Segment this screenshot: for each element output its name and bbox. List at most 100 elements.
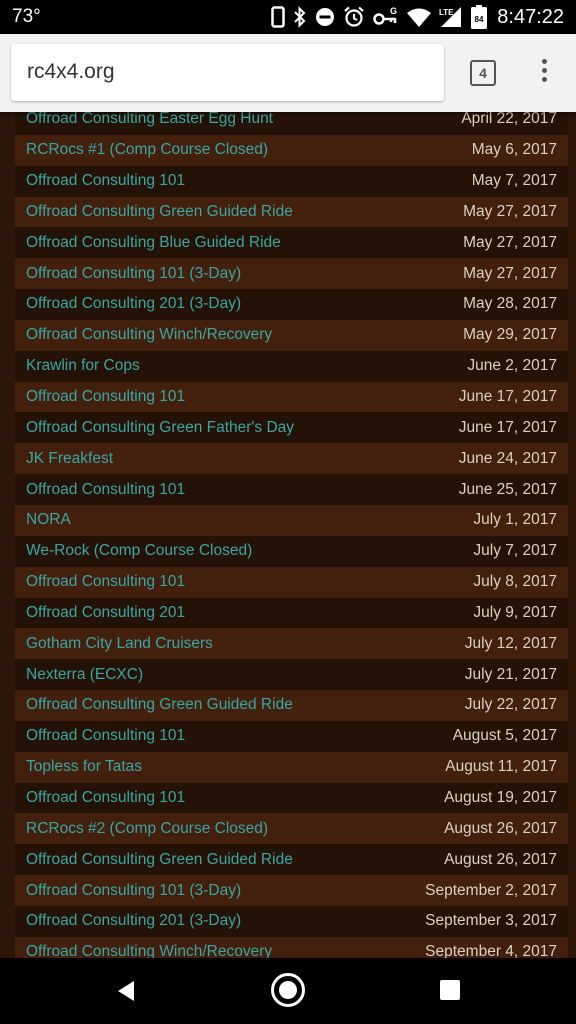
event-date: May 7, 2017 <box>471 172 557 190</box>
event-date: September 4, 2017 <box>425 943 557 958</box>
event-date: June 2, 2017 <box>467 357 557 375</box>
url-text[interactable]: rc4x4.org <box>27 60 115 84</box>
table-row: Nexterra (ECXC) July 21, 2017 <box>15 659 568 691</box>
table-row: RCRocs #1 (Comp Course Closed) May 6, 201… <box>15 134 568 166</box>
event-link[interactable]: Offroad Consulting Green Guided Ride <box>26 851 293 869</box>
event-date: May 29, 2017 <box>463 326 557 344</box>
event-link[interactable]: Nexterra (ECXC) <box>26 666 143 684</box>
web-page-content: Offroad Consulting Easter Egg Hunt April … <box>0 112 576 958</box>
event-link[interactable]: Offroad Consulting 101 <box>26 727 185 745</box>
event-date: July 8, 2017 <box>473 573 557 591</box>
table-row: Offroad Consulting Easter Egg Hunt April … <box>15 112 568 135</box>
event-link[interactable]: Offroad Consulting 101 <box>26 573 185 591</box>
menu-dot-icon <box>541 77 547 82</box>
menu-dot-icon <box>541 59 547 64</box>
event-date: July 21, 2017 <box>464 665 557 683</box>
battery-icon: 84 <box>471 0 488 34</box>
table-row: Offroad Consulting 101 July 8, 2017 <box>15 566 568 598</box>
event-link[interactable]: NORA <box>26 511 71 529</box>
home-button[interactable] <box>271 973 305 1007</box>
status-bar: 73° G LTE 84 8:47:22 <box>0 0 576 34</box>
event-date: June 17, 2017 <box>458 388 557 406</box>
table-row: Krawlin for Cops June 2, 2017 <box>15 350 568 382</box>
event-date: June 17, 2017 <box>458 418 557 436</box>
recent-apps-button[interactable] <box>440 980 460 1000</box>
event-date: July 12, 2017 <box>464 634 557 652</box>
event-date: July 22, 2017 <box>464 696 557 714</box>
back-icon[interactable] <box>116 980 136 1002</box>
table-row: Offroad Consulting 101 (3-Day) September … <box>15 875 568 906</box>
event-date: June 24, 2017 <box>458 449 557 467</box>
event-link[interactable]: RCRocs #2 (Comp Course Closed) <box>26 820 268 838</box>
table-row: Offroad Consulting Green Father's Day Jun… <box>15 412 568 444</box>
temperature-label: 73° <box>12 6 41 27</box>
event-date: August 26, 2017 <box>444 819 557 837</box>
event-link[interactable]: We-Rock (Comp Course Closed) <box>26 542 252 560</box>
event-link[interactable]: Offroad Consulting 101 <box>26 481 185 499</box>
url-bar[interactable]: rc4x4.org <box>11 44 444 101</box>
table-row: Offroad Consulting 201 (3-Day) September … <box>15 905 568 937</box>
table-row: RCRocs #2 (Comp Course Closed) August 26,… <box>15 813 568 845</box>
event-date: July 9, 2017 <box>473 603 557 621</box>
table-row: Offroad Consulting 101 June 25, 2017 <box>15 474 568 505</box>
table-row: JK Freakfest June 24, 2017 <box>15 443 568 475</box>
event-date: May 28, 2017 <box>463 295 557 313</box>
signal-icon: LTE <box>439 0 463 34</box>
overflow-menu-button[interactable] <box>534 59 554 89</box>
clock: 8:47:22 <box>497 5 564 28</box>
browser-toolbar: rc4x4.org 4 <box>0 34 576 112</box>
event-link[interactable]: Offroad Consulting 101 <box>26 172 185 190</box>
table-row: Gotham City Land Cruisers July 12, 2017 <box>15 628 568 660</box>
event-date: August 26, 2017 <box>444 850 557 868</box>
event-link[interactable]: Offroad Consulting Winch/Recovery <box>26 326 272 344</box>
event-link[interactable]: Offroad Consulting Green Guided Ride <box>26 203 293 221</box>
table-row: We-Rock (Comp Course Closed) July 7, 2017 <box>15 535 568 567</box>
event-link[interactable]: Offroad Consulting Easter Egg Hunt <box>26 112 273 128</box>
event-link[interactable]: Offroad Consulting 101 <box>26 789 185 807</box>
event-date: July 1, 2017 <box>473 511 557 529</box>
table-row: Offroad Consulting 101 August 19, 2017 <box>15 782 568 814</box>
event-date: August 5, 2017 <box>452 727 557 745</box>
event-date: May 6, 2017 <box>471 141 557 159</box>
event-date: May 27, 2017 <box>463 202 557 220</box>
event-date: April 22, 2017 <box>461 112 557 128</box>
event-date: July 7, 2017 <box>473 542 557 560</box>
event-link[interactable]: Offroad Consulting 101 (3-Day) <box>26 265 241 283</box>
tab-switcher-button[interactable]: 4 <box>470 60 496 86</box>
svg-text:84: 84 <box>475 15 484 24</box>
event-date: June 25, 2017 <box>458 480 557 498</box>
event-link[interactable]: Gotham City Land Cruisers <box>26 635 213 653</box>
event-date: August 19, 2017 <box>444 788 557 806</box>
table-row: Offroad Consulting 201 July 9, 2017 <box>15 597 568 629</box>
table-row: NORA July 1, 2017 <box>15 504 568 536</box>
bluetooth-icon <box>293 0 307 34</box>
table-row: Offroad Consulting Blue Guided Ride May 2… <box>15 227 568 259</box>
event-link[interactable]: JK Freakfest <box>26 450 113 468</box>
event-link[interactable]: Offroad Consulting 201 (3-Day) <box>26 912 241 930</box>
table-row: Offroad Consulting Green Guided Ride May … <box>15 196 568 228</box>
event-date: May 27, 2017 <box>463 264 557 282</box>
do-not-disturb-icon <box>315 0 335 34</box>
event-link[interactable]: Offroad Consulting Winch/Recovery <box>26 943 272 958</box>
event-date: September 3, 2017 <box>425 912 557 930</box>
event-link[interactable]: Krawlin for Cops <box>26 357 140 375</box>
event-date: September 2, 2017 <box>425 881 557 899</box>
svg-text:LTE: LTE <box>439 8 454 17</box>
event-link[interactable]: Offroad Consulting Blue Guided Ride <box>26 234 281 252</box>
table-row: Offroad Consulting Winch/Recovery May 29,… <box>15 319 568 351</box>
event-link[interactable]: Offroad Consulting 201 (3-Day) <box>26 295 241 313</box>
table-row: Offroad Consulting Winch/Recovery Septemb… <box>15 936 568 958</box>
table-row: Offroad Consulting 101 June 17, 2017 <box>15 381 568 413</box>
event-link[interactable]: Offroad Consulting Green Guided Ride <box>26 696 293 714</box>
table-row: Offroad Consulting Green Guided Ride July… <box>15 690 568 721</box>
table-row: Offroad Consulting 201 (3-Day) May 28, 20… <box>15 289 568 320</box>
event-link[interactable]: Offroad Consulting 201 <box>26 604 185 622</box>
event-link[interactable]: RCRocs #1 (Comp Course Closed) <box>26 141 268 159</box>
event-date: May 27, 2017 <box>463 233 557 251</box>
table-row: Offroad Consulting 101 (3-Day) May 27, 20… <box>15 258 568 290</box>
event-link[interactable]: Offroad Consulting Green Father's Day <box>26 419 294 437</box>
event-link[interactable]: Offroad Consulting 101 <box>26 388 185 406</box>
event-link[interactable]: Offroad Consulting 101 (3-Day) <box>26 882 241 900</box>
event-link[interactable]: Topless for Tatas <box>26 758 142 776</box>
svg-text:G: G <box>390 6 397 16</box>
